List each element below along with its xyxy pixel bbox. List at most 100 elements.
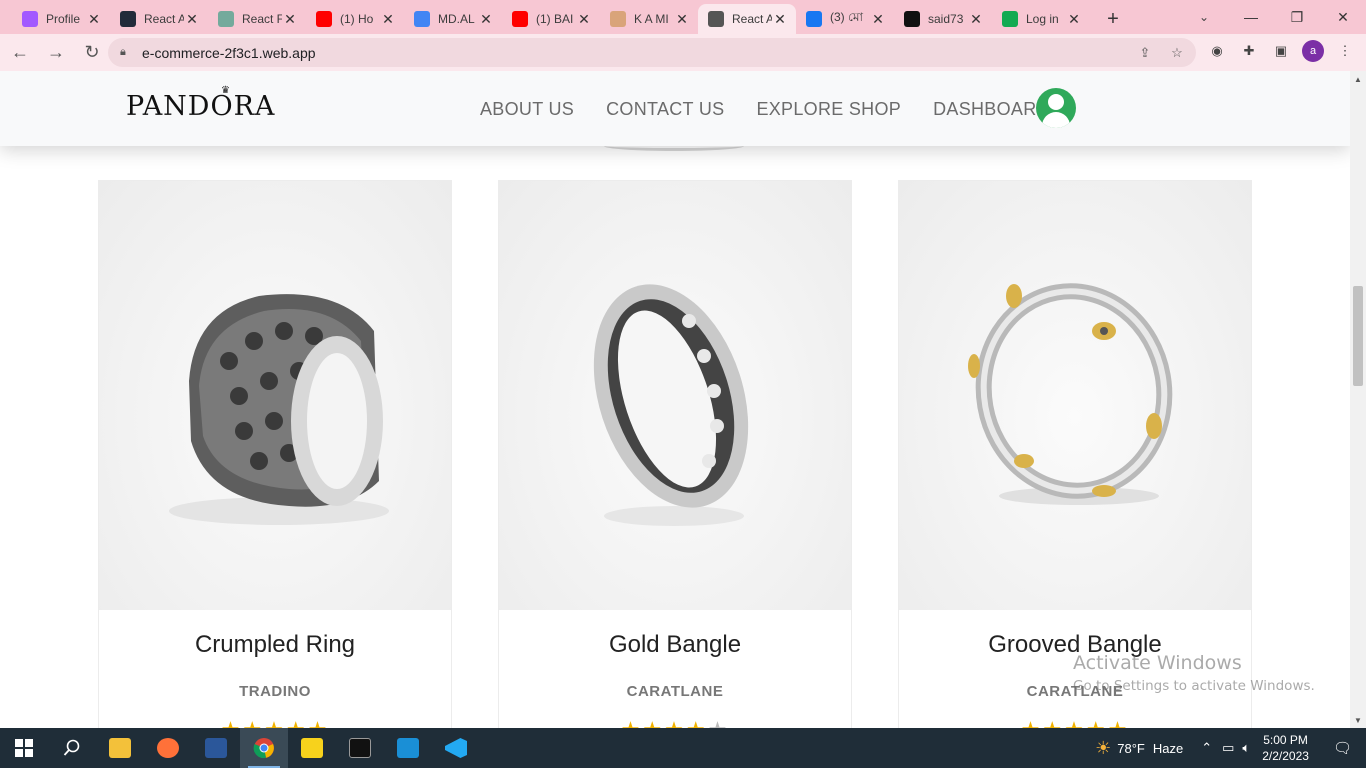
share-icon[interactable]: ⇪ [1136, 44, 1154, 62]
tab-title: Log in [1026, 12, 1059, 26]
page-scrollbar[interactable]: ▲ ▼ [1350, 71, 1366, 728]
tab-close-icon[interactable]: ✕ [282, 11, 298, 28]
omnibox-actions: ⇪ ☆ [1136, 44, 1186, 62]
new-tab-button[interactable]: + [1098, 4, 1128, 34]
extensions-puzzle-icon[interactable]: ✚ [1238, 40, 1260, 62]
browser-tab[interactable]: React A ✕ [698, 4, 796, 34]
scroll-up-arrow-icon[interactable]: ▲ [1350, 71, 1366, 87]
star-filled-icon: ★ [221, 717, 243, 728]
watermark-subtitle: Go to Settings to activate Windows. [1073, 678, 1315, 694]
windows-start-icon[interactable] [0, 728, 48, 768]
close-window-icon[interactable]: ✕ [1320, 0, 1366, 34]
scroll-down-arrow-icon[interactable]: ▼ [1350, 712, 1366, 728]
tab-close-icon[interactable]: ✕ [870, 11, 886, 28]
star-filled-icon: ★ [621, 717, 643, 728]
speaker-icon[interactable]: 🔈︎ [1242, 740, 1250, 756]
word-icon[interactable] [192, 728, 240, 768]
profile-avatar[interactable]: a [1302, 40, 1324, 62]
restore-icon[interactable]: ❐ [1274, 0, 1320, 34]
page-viewport: PANDORA ♛ ABOUT US CONTACT US EXPLORE SH… [0, 71, 1350, 728]
tab-list: Profile ✕ React A ✕ React F ✕ (1) Ho ✕ MD.AL ✕ (1)… [12, 4, 1090, 34]
chevron-up-icon[interactable]: ⌃ [1201, 740, 1212, 756]
tab-title: React A [144, 12, 184, 26]
product-image [499, 181, 851, 610]
tab-title: React A [732, 12, 772, 26]
star-filled-icon: ★ [642, 717, 664, 728]
photos-icon[interactable] [384, 728, 432, 768]
youtube-favicon-icon [512, 11, 528, 27]
browser-tab[interactable]: React F ✕ [208, 4, 306, 34]
crown-icon: ♛ [221, 85, 231, 96]
tab-close-icon[interactable]: ✕ [184, 11, 200, 28]
tab-close-icon[interactable]: ✕ [478, 11, 494, 28]
tab-title: (3) মো [830, 10, 864, 24]
tab-close-icon[interactable]: ✕ [1066, 11, 1082, 28]
terminal-icon[interactable] [336, 728, 384, 768]
tab-search-icon[interactable]: ⌄ [1192, 5, 1216, 29]
browser-tab[interactable]: Log in ✕ [992, 4, 1090, 34]
react-favicon-icon [120, 11, 136, 27]
browser-tab[interactable]: Profile ✕ [12, 4, 110, 34]
nav-about-us[interactable]: ABOUT US [480, 99, 574, 120]
clock-time: 5:00 PM [1263, 733, 1308, 747]
watermark-title: Activate Windows [1073, 652, 1242, 674]
browser-tab[interactable]: (1) Ho ✕ [306, 4, 404, 34]
clock[interactable]: 5:00 PM 2/2/2023 [1262, 732, 1309, 764]
browser-tab[interactable]: (3) মো ✕ [796, 4, 894, 34]
network-icon[interactable]: ▭ [1222, 740, 1234, 756]
browser-tab[interactable]: K A MI ✕ [600, 4, 698, 34]
tab-close-icon[interactable]: ✕ [968, 11, 984, 28]
mongodb-favicon-icon [1002, 11, 1018, 27]
firefox-icon[interactable] [144, 728, 192, 768]
star-filled-icon: ★ [242, 717, 264, 728]
reload-icon[interactable]: ↻ [76, 37, 108, 69]
chatgpt-favicon-icon [218, 11, 234, 27]
nav-dashboard[interactable]: DASHBOARD [933, 99, 1050, 120]
search-icon[interactable] [48, 728, 96, 768]
product-card[interactable]: Grooved Bangle CARATLANE ★★★★★ [898, 180, 1252, 728]
nav-contact-us[interactable]: CONTACT US [606, 99, 724, 120]
minimize-icon[interactable]: — [1228, 0, 1274, 34]
camera-icon[interactable]: ◉ [1206, 40, 1228, 62]
browser-tab[interactable]: said73 ✕ [894, 4, 992, 34]
url-text: e-commerce-2f3c1.web.app [142, 44, 316, 61]
weather-icon[interactable]: ☀ [1095, 738, 1111, 759]
weather-text[interactable]: Haze [1153, 741, 1183, 756]
notifications-icon[interactable]: 🗨︎ [1333, 739, 1352, 757]
menu-kebab-icon[interactable]: ⋮ [1334, 40, 1356, 62]
tab-close-icon[interactable]: ✕ [576, 11, 592, 28]
tab-close-icon[interactable]: ✕ [380, 11, 396, 28]
user-account-icon[interactable] [1036, 88, 1076, 128]
browser-tab[interactable]: MD.AL ✕ [404, 4, 502, 34]
back-icon[interactable]: ← [4, 37, 36, 69]
weather-temp[interactable]: 78°F [1117, 741, 1145, 756]
star-filled-icon: ★ [286, 717, 308, 728]
browser-tab[interactable]: React A ✕ [110, 4, 208, 34]
scrollbar-thumb[interactable] [1353, 286, 1363, 386]
star-filled-icon: ★ [664, 717, 686, 728]
bookmark-star-icon[interactable]: ☆ [1168, 44, 1186, 62]
lock-icon: 🔒︎ [120, 45, 126, 58]
vscode-icon[interactable] [432, 728, 480, 768]
tab-close-icon[interactable]: ✕ [674, 11, 690, 28]
browser-tab[interactable]: (1) BAI ✕ [502, 4, 600, 34]
tab-close-icon[interactable]: ✕ [86, 11, 102, 28]
side-panel-icon[interactable]: ▣ [1270, 40, 1292, 62]
crumpled-ring-image [169, 294, 389, 525]
tab-strip: Profile ✕ React A ✕ React F ✕ (1) Ho ✕ MD.AL ✕ (1)… [0, 0, 1366, 34]
forward-icon[interactable]: → [40, 37, 72, 69]
product-rating: ★★★★★ [899, 717, 1251, 728]
player-app-icon[interactable] [288, 728, 336, 768]
product-card[interactable]: Gold Bangle CARATLANE ★★★★★ [498, 180, 852, 728]
chrome-icon[interactable] [240, 728, 288, 768]
product-name: Gold Bangle [608, 631, 742, 658]
star-filled-icon: ★ [1086, 717, 1108, 728]
file-explorer-icon[interactable] [96, 728, 144, 768]
profile-favicon-icon [22, 11, 38, 27]
nav-explore-shop[interactable]: EXPLORE SHOP [756, 99, 901, 120]
tab-close-icon[interactable]: ✕ [772, 11, 788, 28]
product-card[interactable]: Crumpled Ring TRADINO ★★★★★ [98, 180, 452, 728]
tab-title: (1) BAI [536, 12, 574, 26]
site-logo[interactable]: PANDORA ♛ [126, 85, 275, 122]
address-bar[interactable]: 🔒︎ e-commerce-2f3c1.web.app ⇪ ☆ [108, 38, 1196, 67]
